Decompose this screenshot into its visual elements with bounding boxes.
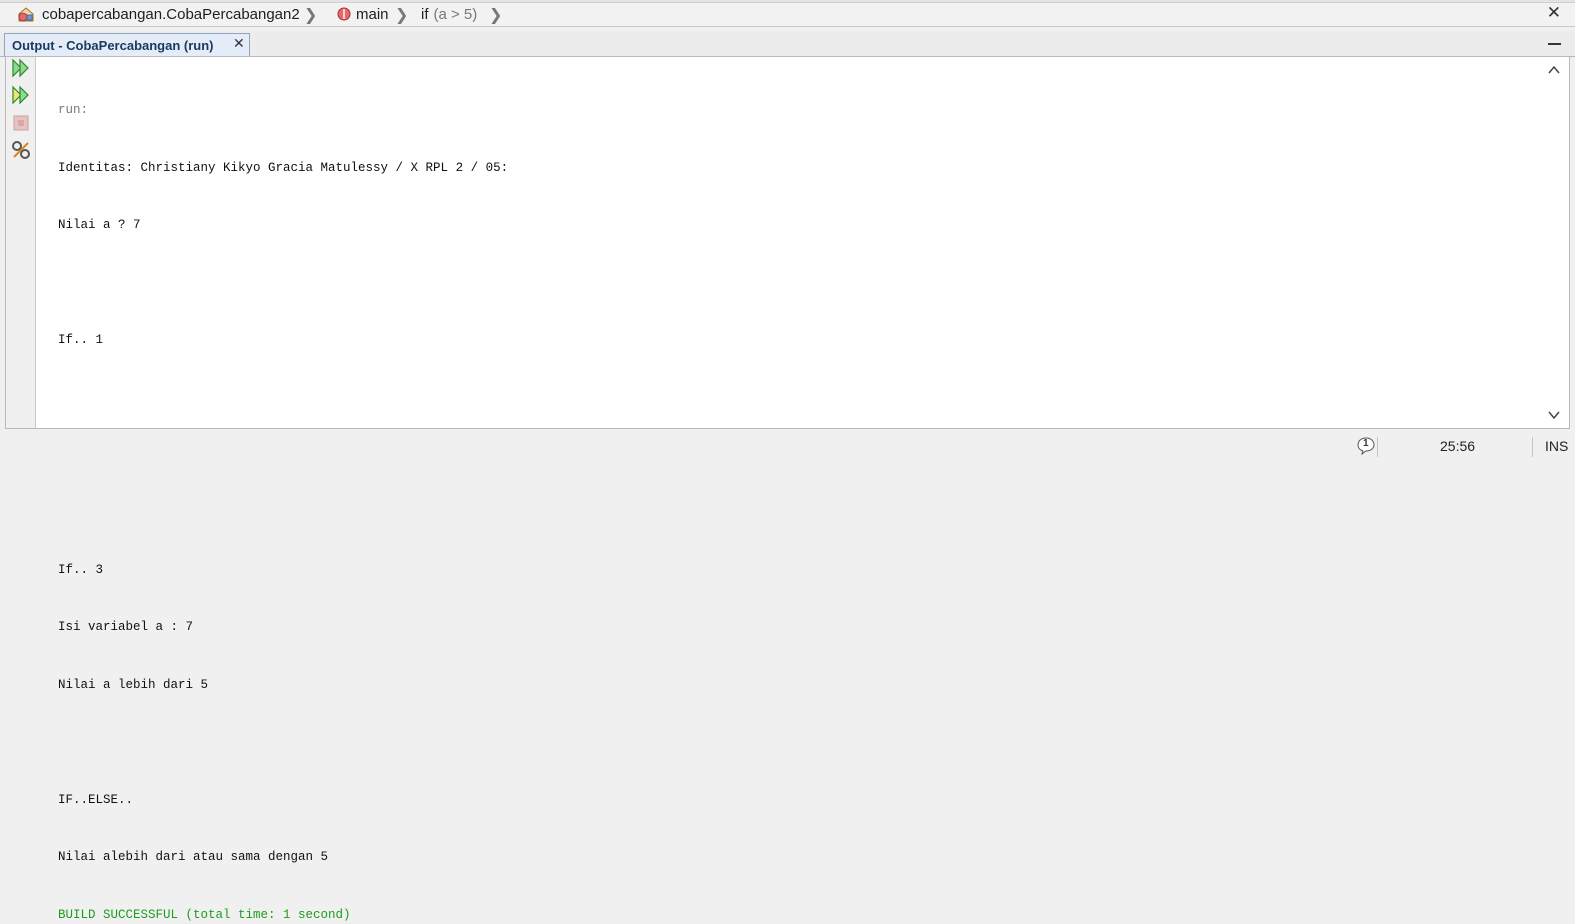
stop-icon xyxy=(12,114,30,137)
console-line: If.. 1 xyxy=(58,333,104,348)
status-separator xyxy=(1532,437,1533,457)
console-line: run: xyxy=(58,103,89,118)
breadcrumb-bar: cobapercabangan.CobaPercabangan2 ❯ main … xyxy=(0,0,1575,27)
build-status-line: BUILD SUCCESSFUL (total time: 1 second) xyxy=(58,907,351,922)
top-divider xyxy=(0,0,1575,3)
run-settings-icon xyxy=(11,140,31,165)
output-toolbar xyxy=(6,57,36,428)
breadcrumb-if-keyword: if xyxy=(421,5,429,23)
close-tab-icon[interactable]: ✕ xyxy=(233,36,245,52)
console-line: Identitas: Christiany Kikyo Gracia Matul… xyxy=(58,160,509,175)
run-settings-button[interactable] xyxy=(10,140,32,165)
console-line: Isi variabel a : 7 xyxy=(58,620,194,635)
breadcrumb-if-condition: (a > 5) xyxy=(433,5,478,23)
scroll-down-icon[interactable] xyxy=(1547,408,1561,422)
rerun-with-input-icon xyxy=(11,85,31,110)
minimize-icon[interactable] xyxy=(1548,43,1561,45)
breadcrumb-if[interactable]: if (a > 5) xyxy=(421,5,477,23)
breadcrumb-class[interactable]: cobapercabangan.CobaPercabangan2 xyxy=(16,5,300,23)
tab-output[interactable]: Output - CobaPercabangan (run) ✕ xyxy=(4,33,250,57)
output-tab-strip: Output - CobaPercabangan (run) ✕ xyxy=(0,31,1575,57)
console-line: If.. 3 xyxy=(58,562,104,577)
notifications-button[interactable]: 1 xyxy=(1357,437,1375,456)
status-separator xyxy=(1377,437,1378,457)
tab-output-title: Output - CobaPercabangan (run) xyxy=(12,38,214,53)
chevron-right-icon: ❯ xyxy=(489,5,503,24)
java-class-icon xyxy=(16,5,36,23)
chevron-right-icon: ❯ xyxy=(304,5,318,24)
rerun-button[interactable] xyxy=(10,58,32,83)
breadcrumb-class-label: cobapercabangan.CobaPercabangan2 xyxy=(42,5,300,23)
caret-position: 25:56 xyxy=(1440,438,1476,454)
console-line: Nilai alebih dari atau sama dengan 5 xyxy=(58,850,329,865)
method-icon xyxy=(337,7,351,21)
console-line: Nilai a lebih dari 5 xyxy=(58,677,209,692)
rerun-icon xyxy=(11,58,31,83)
stop-button[interactable] xyxy=(10,114,32,136)
insert-mode: INS xyxy=(1545,438,1569,454)
notification-count: 1 xyxy=(1363,438,1369,449)
scroll-up-icon[interactable] xyxy=(1547,63,1561,77)
breadcrumb-method[interactable]: main xyxy=(337,5,389,23)
status-bar: 1 25:56 INS xyxy=(0,432,1575,462)
output-panel: run: Identitas: Christiany Kikyo Gracia … xyxy=(5,56,1570,922)
console-line: IF..ELSE.. xyxy=(58,792,134,807)
breadcrumb-method-label: main xyxy=(356,5,389,23)
console-output[interactable]: run: Identitas: Christiany Kikyo Gracia … xyxy=(58,63,508,924)
close-editor-icon[interactable]: ✕ xyxy=(1547,3,1561,23)
console-line: Nilai a ? 7 xyxy=(58,218,141,233)
chevron-right-icon: ❯ xyxy=(395,5,409,24)
rerun-with-input-button[interactable] xyxy=(10,85,32,110)
